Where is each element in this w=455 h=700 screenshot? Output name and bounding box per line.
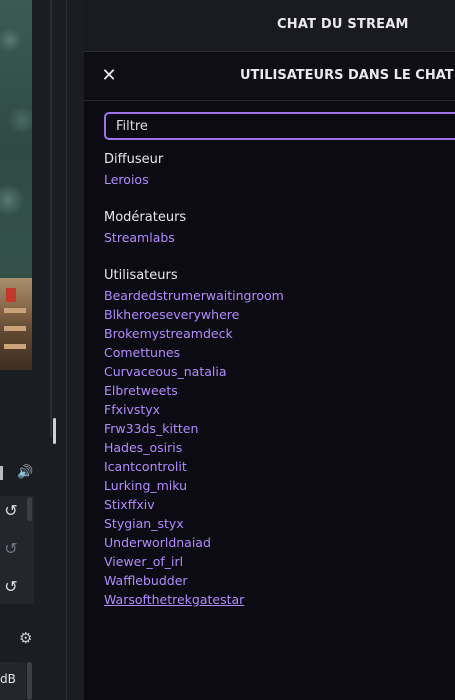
- filter-input[interactable]: [104, 112, 455, 140]
- user-link[interactable]: Beardedstrumerwaitingroom: [104, 288, 284, 303]
- chat-header: CHAT DU STREAM: [84, 0, 455, 52]
- shelf-decoration: [4, 308, 26, 313]
- user-link[interactable]: Curvaceous_natalia: [104, 364, 227, 379]
- user-link[interactable]: Ffxivstyx: [104, 402, 160, 417]
- shelf-decoration: [4, 344, 26, 349]
- chat-title: CHAT DU STREAM: [277, 17, 409, 32]
- speaker-icon[interactable]: 🔊: [17, 465, 35, 481]
- users-title: UTILISATEURS DANS LE CHAT: [240, 68, 454, 83]
- users-header: ✕ UTILISATEURS DANS LE CHAT: [84, 52, 455, 101]
- mixer-row: ↺: [0, 574, 26, 604]
- mixer-row: ↺: [0, 536, 26, 566]
- broadcaster-heading: Diffuseur: [104, 152, 164, 167]
- webcam-overlay: [0, 278, 32, 370]
- user-link[interactable]: Stixffxiv: [104, 497, 155, 512]
- user-link[interactable]: Brokemystreamdeck: [104, 326, 233, 341]
- volume-scrollbar[interactable]: [27, 662, 32, 700]
- mixer-row: ↺: [0, 498, 26, 528]
- user-link-broadcaster[interactable]: Leroios: [104, 172, 149, 187]
- reset-icon[interactable]: ↺: [4, 579, 18, 595]
- user-link-moderator[interactable]: Streamlabs: [104, 230, 175, 245]
- audio-level-bar: [0, 466, 3, 480]
- user-link[interactable]: Hades_osiris: [104, 440, 182, 455]
- user-link[interactable]: Elbretweets: [104, 383, 178, 398]
- user-link[interactable]: Underworldnaiad: [104, 535, 211, 550]
- user-link-hovered[interactable]: Warsofthetrekgatestar: [104, 592, 244, 607]
- users-heading: Utilisateurs: [104, 268, 178, 283]
- mixer-scrollbar[interactable]: [27, 497, 32, 521]
- user-link[interactable]: Icantcontrolit: [104, 459, 187, 474]
- close-icon[interactable]: ✕: [98, 65, 120, 87]
- user-link[interactable]: Blkheroeseverywhere: [104, 307, 239, 322]
- chat-panel: CHAT DU STREAM ✕ UTILISATEURS DANS LE CH…: [84, 0, 455, 700]
- flag-decoration: [6, 288, 16, 302]
- preview-divider: [50, 0, 52, 437]
- db-label: dB: [0, 672, 16, 686]
- stream-preview: [0, 0, 32, 370]
- user-link[interactable]: Viewer_of_irl: [104, 554, 183, 569]
- gear-icon[interactable]: ⚙: [19, 630, 35, 646]
- user-link[interactable]: Lurking_miku: [104, 478, 187, 493]
- left-app-strip: 🔊 ↺ ↺ ↺ ⚙ dB: [0, 0, 84, 700]
- user-link[interactable]: Comettunes: [104, 345, 180, 360]
- reset-icon[interactable]: ↺: [4, 541, 18, 557]
- reset-icon[interactable]: ↺: [4, 503, 18, 519]
- left-panel-border: [66, 0, 67, 700]
- preview-scroll-handle[interactable]: [53, 418, 56, 444]
- user-link[interactable]: Stygian_styx: [104, 516, 184, 531]
- user-link[interactable]: Wafflebudder: [104, 573, 188, 588]
- moderators-heading: Modérateurs: [104, 210, 187, 225]
- user-link[interactable]: Frw33ds_kitten: [104, 421, 198, 436]
- shelf-decoration: [4, 326, 26, 331]
